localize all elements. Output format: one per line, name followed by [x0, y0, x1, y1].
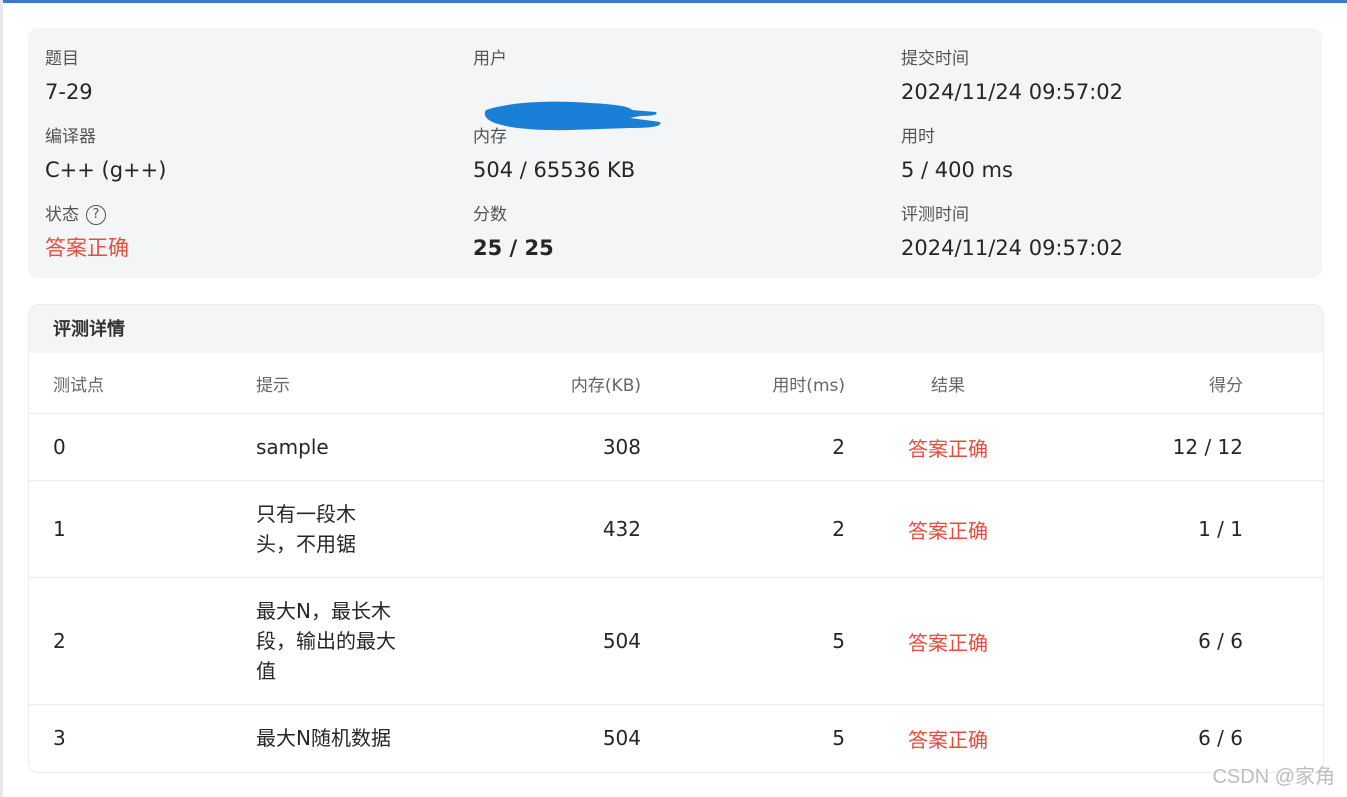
cell-testcase: 2	[29, 577, 256, 705]
help-icon[interactable]: ?	[86, 205, 106, 225]
submit-time-value: 2024/11/24 09:57:02	[901, 80, 1124, 104]
problem-field: 题目 7-29	[45, 48, 93, 106]
table-row[interactable]: 3 最大N随机数据 504 5 答案正确 6 / 6	[29, 705, 1323, 772]
cell-result: 答案正确	[845, 577, 1051, 705]
col-time: 用时(ms)	[641, 353, 845, 414]
cell-time: 2	[641, 480, 845, 578]
submission-summary: 题目 7-29 用户 提交时间 2024/11/24 09:57:02 编译器 …	[28, 28, 1322, 278]
cell-memory: 308	[456, 413, 641, 481]
cell-memory: 504	[456, 577, 641, 705]
cell-score: 12 / 12	[1051, 413, 1243, 481]
cell-result: 答案正确	[845, 413, 1051, 481]
table-row[interactable]: 1 只有一段木头，不用锯 432 2 答案正确 1 / 1	[29, 480, 1323, 578]
memory-value: 504 / 65536 KB	[473, 158, 636, 182]
time-label: 用时	[901, 127, 935, 147]
cell-hint: 最大N随机数据	[256, 726, 391, 751]
table-header-row: 测试点 提示 内存(KB) 用时(ms) 结果 得分	[29, 353, 1323, 414]
status-label: 状态	[45, 205, 79, 225]
cell-testcase: 3	[53, 726, 66, 751]
col-testcase: 测试点	[29, 353, 256, 414]
cell-hint: sample	[256, 435, 329, 459]
col-score: 得分	[1051, 353, 1243, 414]
cell-hint-wrap: 只有一段木头，不用锯	[256, 480, 456, 578]
cell-testcase: 1	[29, 480, 256, 578]
cell-spacer	[1243, 577, 1323, 705]
cell-score: 6 / 6	[1051, 577, 1243, 705]
col-hint: 提示	[256, 353, 456, 414]
cell-time: 5	[832, 726, 845, 751]
cell-spacer	[1243, 413, 1323, 481]
watermark: CSDN @家角	[1212, 766, 1335, 788]
compiler-field: 编译器 C++ (g++)	[45, 126, 166, 184]
cell-score: 1 / 1	[1051, 480, 1243, 578]
cell-memory: 432	[456, 480, 641, 578]
compiler-label: 编译器	[45, 127, 96, 147]
cell-memory: 504	[602, 726, 641, 751]
submit-time-field: 提交时间 2024/11/24 09:57:02	[901, 48, 1123, 106]
user-field: 用户	[473, 48, 507, 70]
problem-value[interactable]: 7-29	[45, 78, 93, 106]
score-value: 25 / 25	[473, 236, 554, 260]
score-field: 分数 25 / 25	[473, 204, 554, 262]
submit-time-label: 提交时间	[901, 49, 969, 69]
left-edge	[0, 0, 3, 797]
user-label: 用户	[473, 49, 507, 69]
status-label-row: 状态 ?	[45, 204, 129, 226]
cell-hint-wrap: 最大N随机数据	[256, 705, 456, 772]
table-row[interactable]: 2 最大N，最长木段，输出的最大值 504 5 答案正确 6 / 6	[29, 577, 1323, 705]
col-memory: 内存(KB)	[456, 353, 641, 414]
status-field: 状态 ? 答案正确	[45, 204, 129, 262]
cell-result: 答案正确	[908, 727, 988, 752]
testcase-table: 测试点 提示 内存(KB) 用时(ms) 结果 得分 0 sample 308 …	[29, 353, 1323, 772]
compiler-value: C++ (g++)	[45, 158, 167, 182]
cell-result: 答案正确	[845, 480, 1051, 578]
judge-time-field: 评测时间 2024/11/24 09:57:02	[901, 204, 1123, 262]
status-value: 答案正确	[45, 236, 129, 260]
memory-field: 内存 504 / 65536 KB	[473, 126, 635, 184]
cell-hint: 最大N，最长木段，输出的最大值	[256, 599, 396, 683]
col-result: 结果	[845, 353, 1051, 414]
cell-hint-wrap: 最大N，最长木段，输出的最大值	[256, 577, 456, 705]
cell-hint: 只有一段木头，不用锯	[256, 502, 356, 556]
cell-hint-wrap: sample	[256, 413, 456, 481]
time-field: 用时 5 / 400 ms	[901, 126, 1013, 184]
cell-testcase: 0	[29, 413, 256, 481]
memory-label: 内存	[473, 127, 507, 147]
table-row[interactable]: 0 sample 308 2 答案正确 12 / 12	[29, 413, 1323, 481]
cell-time: 2	[641, 413, 845, 481]
problem-label: 题目	[45, 49, 79, 69]
score-label: 分数	[473, 205, 507, 225]
judge-time-value: 2024/11/24 09:57:02	[901, 236, 1124, 260]
judge-details-panel: 评测详情 测试点 提示 内存(KB) 用时(ms) 结果 得分 0 sample…	[28, 304, 1324, 773]
cell-time: 5	[641, 577, 845, 705]
time-value: 5 / 400 ms	[901, 158, 1013, 182]
details-title: 评测详情	[29, 305, 1323, 353]
judge-time-label: 评测时间	[901, 205, 969, 225]
top-border	[0, 0, 1347, 3]
col-spacer	[1243, 353, 1323, 414]
cell-spacer	[1243, 480, 1323, 578]
